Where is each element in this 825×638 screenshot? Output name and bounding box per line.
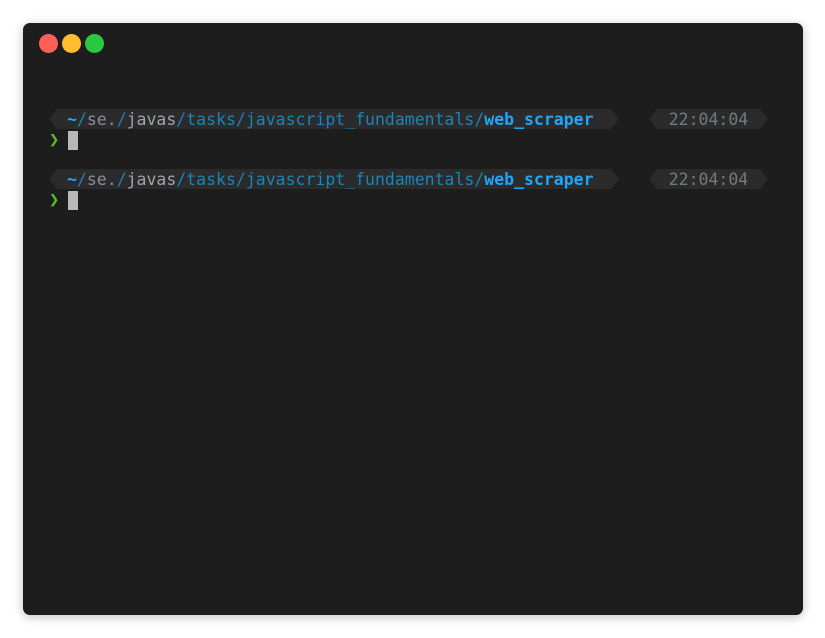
path-part: javascript_fundamentals <box>245 169 475 189</box>
maximize-button[interactable] <box>85 34 104 53</box>
prompt-block: ~ / se. / javas / tasks / javascript_fundamental… <box>49 169 769 210</box>
prompt-line: ~ / se. / javas / tasks / javascript_fundamental… <box>49 109 769 129</box>
path-separator: / <box>76 169 87 189</box>
close-button[interactable] <box>39 34 58 53</box>
input-line[interactable]: ❯ <box>49 130 769 150</box>
path-separator: / <box>474 109 485 129</box>
path-separator: / <box>176 169 187 189</box>
path-part: javascript_fundamentals <box>245 109 475 129</box>
window-controls <box>39 34 104 53</box>
text-cursor <box>68 131 78 150</box>
path-segment: ~ / se. / javas / tasks / javascript_fundamental… <box>49 169 619 189</box>
terminal-window: ~ / se. / javas / tasks / javascript_fundamental… <box>23 23 803 615</box>
path-separator: / <box>116 109 127 129</box>
path-part: se. <box>86 109 117 129</box>
path-separator: / <box>76 109 87 129</box>
path-separator: / <box>474 169 485 189</box>
path-part: tasks <box>186 109 236 129</box>
minimize-button[interactable] <box>62 34 81 53</box>
prompt-chevron-icon: ❯ <box>49 130 60 150</box>
input-line[interactable]: ❯ <box>49 190 769 210</box>
path-part: javas <box>126 169 177 189</box>
prompt-line: ~ / se. / javas / tasks / javascript_fundamental… <box>49 169 769 189</box>
path-separator: / <box>235 169 246 189</box>
text-cursor <box>68 191 78 210</box>
path-part: tasks <box>186 169 236 189</box>
current-dir: web_scraper <box>484 109 594 129</box>
path-separator: / <box>235 109 246 129</box>
path-separator: / <box>176 109 187 129</box>
home-dir: ~ <box>67 169 77 189</box>
path-part: se. <box>86 169 117 189</box>
path-segment: ~ / se. / javas / tasks / javascript_fundamental… <box>49 109 619 129</box>
time-segment: 22:04:04 <box>649 109 768 129</box>
prompt-block: ~ / se. / javas / tasks / javascript_fundamental… <box>49 109 769 150</box>
current-dir: web_scraper <box>484 169 594 189</box>
home-dir: ~ <box>67 109 77 129</box>
path-part: javas <box>126 109 177 129</box>
path-separator: / <box>116 169 127 189</box>
time-segment: 22:04:04 <box>649 169 768 189</box>
prompt-chevron-icon: ❯ <box>49 190 60 210</box>
